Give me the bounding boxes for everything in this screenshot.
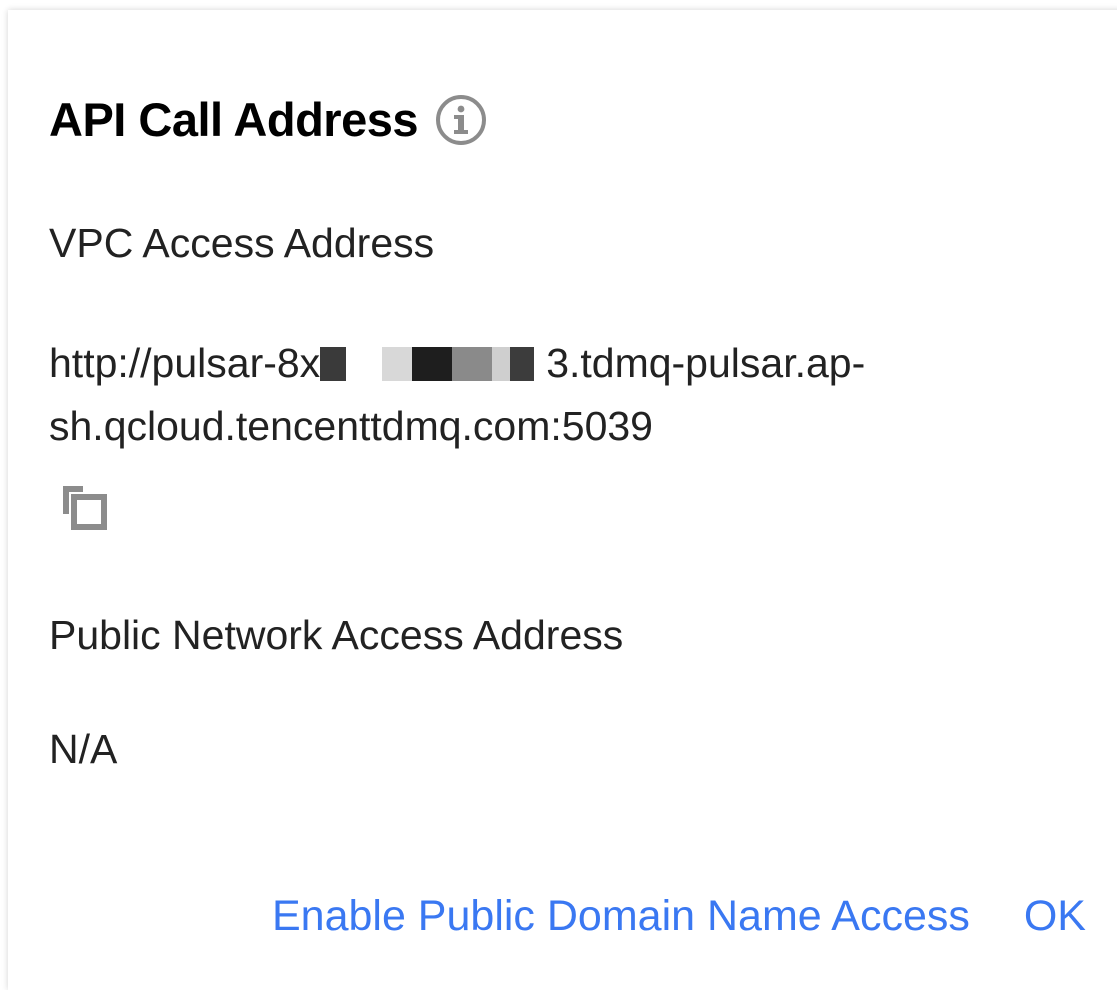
public-access-label: Public Network Access Address <box>49 612 624 658</box>
title-row: API Call Address <box>49 92 488 147</box>
api-call-address-popover: API Call Address VPC Access Address http… <box>8 10 1117 990</box>
popover-title: API Call Address <box>49 93 419 146</box>
copy-icon[interactable] <box>61 484 109 532</box>
info-circle-icon[interactable] <box>434 93 488 147</box>
redacted-region <box>320 341 546 381</box>
public-access-value: N/A <box>49 726 118 772</box>
popover-footer: Enable Public Domain Name Access OK <box>272 892 1086 941</box>
vpc-access-label: VPC Access Address <box>49 220 435 266</box>
vpc-address-prefix: http://pulsar-8x <box>49 340 321 386</box>
enable-public-access-link[interactable]: Enable Public Domain Name Access <box>272 892 970 941</box>
ok-button[interactable]: OK <box>1024 892 1086 941</box>
vpc-access-address: http://pulsar-8x 3.tdmq-pulsar.ap-sh.qcl… <box>49 332 1049 458</box>
